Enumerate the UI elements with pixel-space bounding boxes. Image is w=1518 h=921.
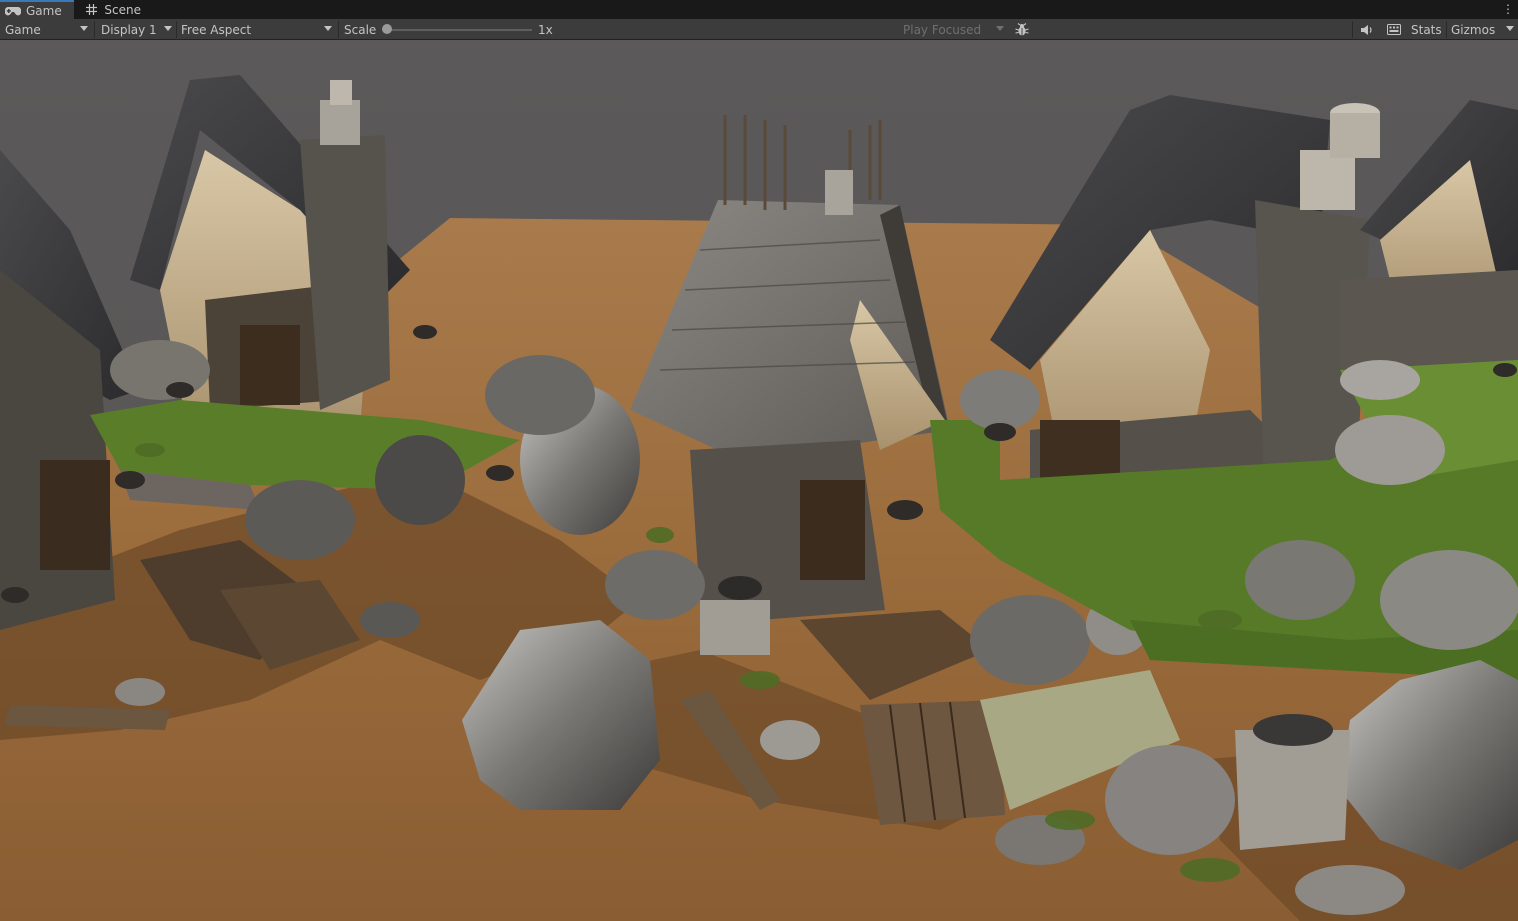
gizmos-dropdown[interactable]: Gizmos — [1446, 19, 1518, 40]
display-value: Display 1 — [101, 22, 157, 37]
toolbar-divider — [94, 21, 95, 38]
view-mode-dropdown[interactable]: Game — [0, 19, 92, 40]
chevron-down-icon — [996, 26, 1004, 31]
grid-icon — [83, 3, 100, 17]
tab-scene[interactable]: Scene — [79, 0, 149, 19]
scale-slider-handle[interactable] — [382, 24, 392, 34]
stats-button[interactable]: Stats — [1411, 19, 1442, 40]
toolbar-divider — [338, 21, 339, 38]
play-mode-dropdown[interactable]: Play Focused — [898, 19, 1008, 40]
kebab-menu-icon[interactable]: ⋮ — [1502, 1, 1514, 17]
display-dropdown[interactable]: Display 1 — [96, 19, 176, 40]
chevron-down-icon — [1506, 26, 1514, 31]
game-viewport[interactable] — [0, 40, 1518, 921]
chevron-down-icon — [324, 26, 332, 31]
tab-game[interactable]: Game — [0, 0, 74, 19]
toolbar-divider — [1352, 21, 1353, 38]
chevron-down-icon — [164, 26, 172, 31]
gamepad-icon — [4, 4, 22, 18]
speaker-icon[interactable] — [1356, 19, 1378, 40]
view-mode-value: Game — [5, 22, 41, 37]
tab-bar: Game Scene ⋮ — [0, 0, 1518, 19]
scale-label: Scale — [344, 22, 377, 37]
keyboard-icon[interactable] — [1383, 19, 1405, 40]
bug-icon[interactable] — [1012, 19, 1032, 40]
scale-slider-track[interactable] — [386, 29, 532, 31]
aspect-dropdown[interactable]: Free Aspect — [176, 19, 336, 40]
game-view-toolbar: Game Display 1 Free Aspect Scale 1x Play… — [0, 19, 1518, 40]
aspect-value: Free Aspect — [181, 22, 252, 37]
chevron-down-icon — [80, 26, 88, 31]
play-mode-value: Play Focused — [903, 22, 982, 37]
scale-value: 1x — [538, 22, 553, 37]
game-scene-render — [0, 40, 1518, 921]
tab-game-label: Game — [26, 3, 62, 18]
tab-scene-label: Scene — [104, 2, 141, 17]
gizmos-label: Gizmos — [1451, 22, 1496, 37]
